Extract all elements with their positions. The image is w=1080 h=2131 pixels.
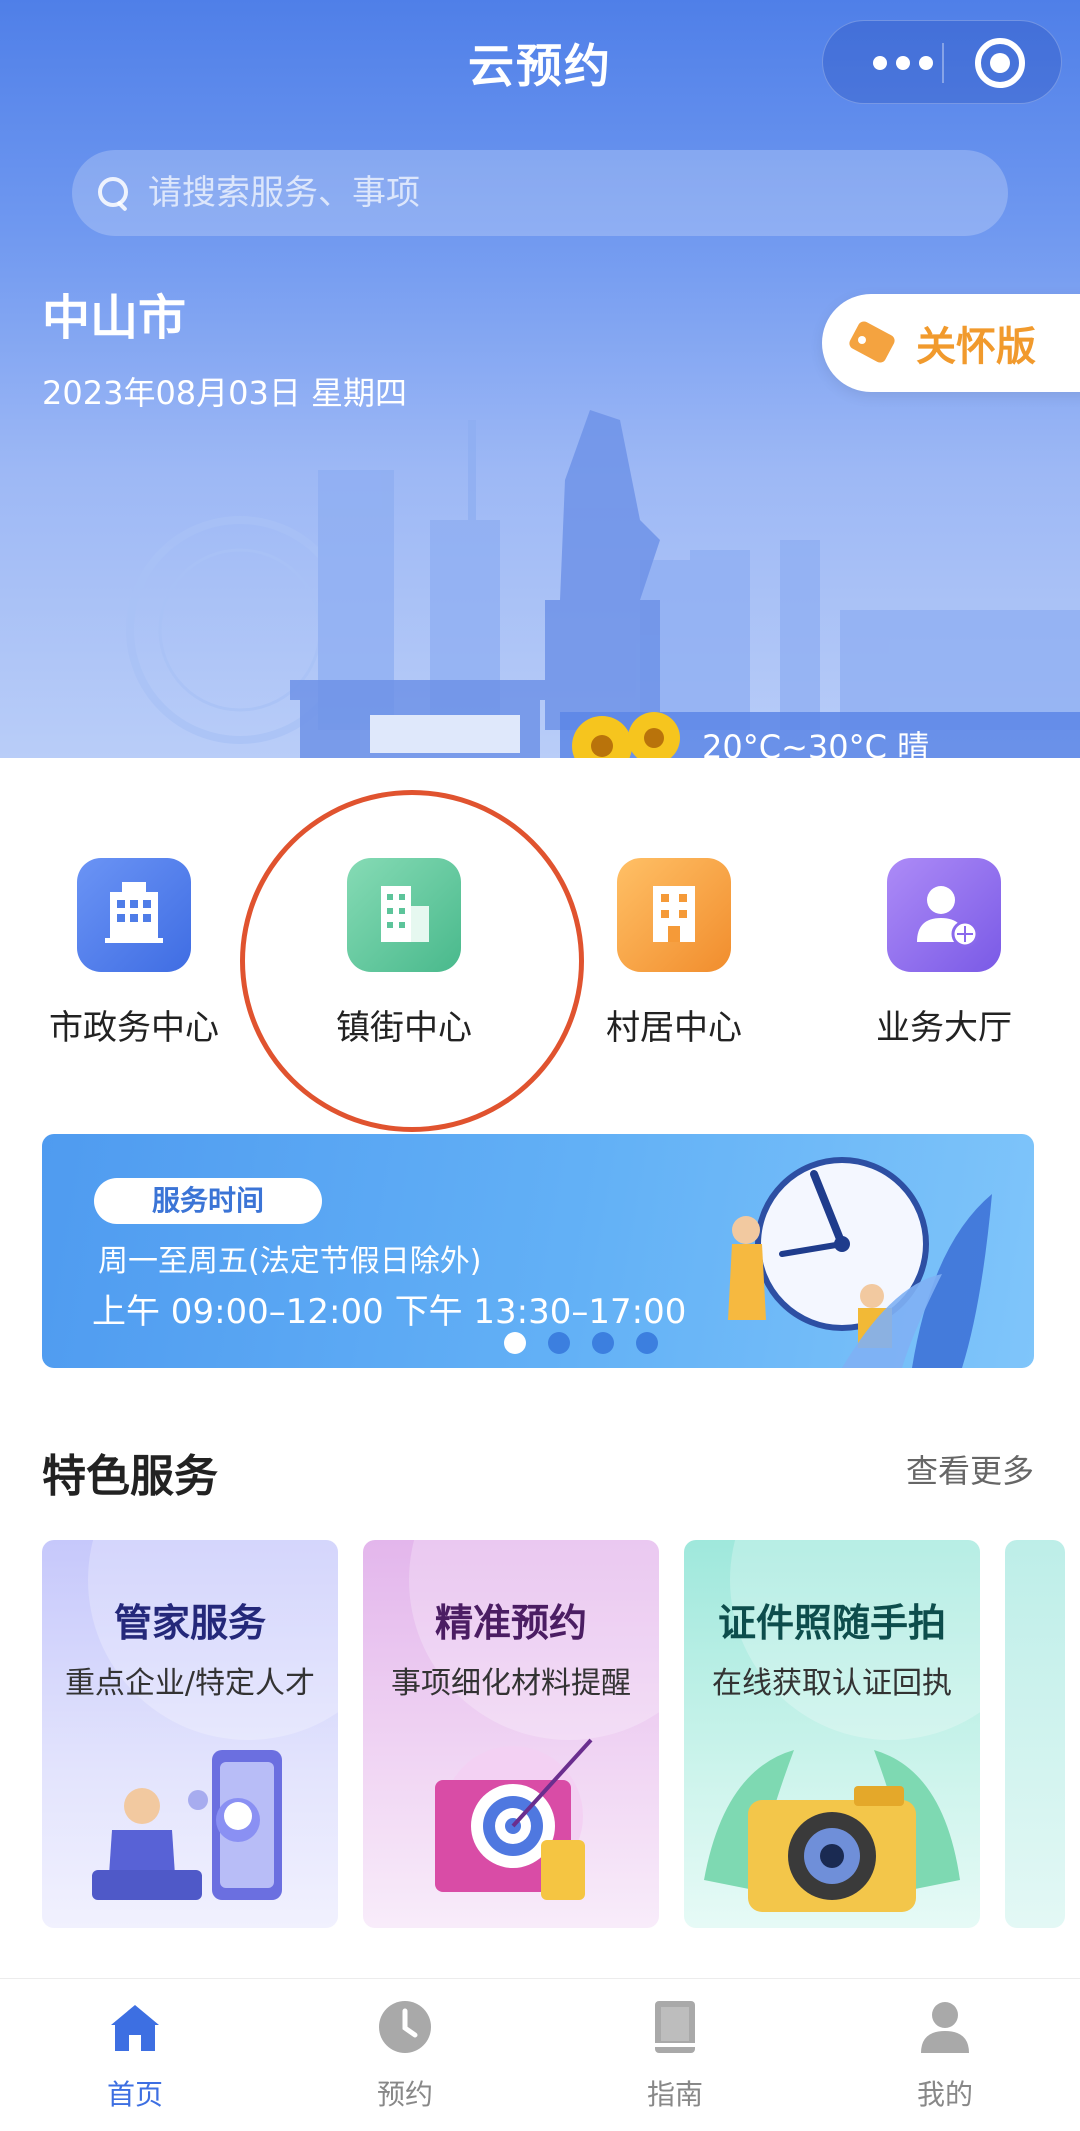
office-building-icon: [77, 858, 191, 972]
card-subtitle: 事项细化材料提醒: [391, 1666, 631, 1701]
care-mode-label: 关怀版: [916, 324, 1036, 370]
weather-text: 20°C~30°C 晴: [702, 728, 930, 758]
target-dart-illustration: [435, 1738, 593, 1900]
entry-city-government-center[interactable]: 市政务中心: [9, 858, 259, 1049]
card-subtitle: 在线获取认证回执: [712, 1666, 952, 1701]
city-name: 中山市: [42, 290, 187, 346]
robot-assistant-illustration: [92, 1750, 282, 1900]
carousel-dot[interactable]: [548, 1332, 570, 1354]
banner-days: 周一至周五(法定节假日除外): [98, 1244, 482, 1279]
city-skyline-illustration: [126, 410, 1080, 758]
carousel-dot[interactable]: [636, 1332, 658, 1354]
tab-booking[interactable]: 预约: [270, 1997, 540, 2113]
carousel-indicator[interactable]: [504, 1332, 658, 1354]
card-steward-service[interactable]: 管家服务 重点企业/特定人才: [42, 1540, 338, 1928]
care-mode-button[interactable]: 关怀版: [822, 294, 1080, 392]
tab-guide[interactable]: 指南: [540, 1997, 810, 2113]
carousel-dot-active[interactable]: [504, 1332, 526, 1354]
tab-label: 预约: [376, 2078, 433, 2111]
card-title: 证件照随手拍: [717, 1601, 946, 1645]
book-icon: [645, 1997, 705, 2057]
carousel-dot[interactable]: [592, 1332, 614, 1354]
entry-label: 市政务中心: [49, 1008, 219, 1048]
service-hours-banner[interactable]: 服务时间 周一至周五(法定节假日除外) 上午 09:00–12:00 下午 13…: [42, 1134, 1034, 1368]
section-title: 特色服务: [42, 1451, 218, 1502]
user-globe-icon: [887, 858, 1001, 972]
camera-illustration: [704, 1750, 960, 1912]
capsule-divider: [942, 43, 944, 83]
clock-icon: [375, 1997, 435, 2057]
entry-business-hall[interactable]: 业务大厅: [819, 858, 1069, 1049]
tab-home[interactable]: 首页: [0, 1997, 270, 2113]
tab-label: 首页: [106, 2078, 163, 2111]
entry-village-center[interactable]: 村居中心: [549, 858, 799, 1049]
highlight-circle: [240, 790, 584, 1132]
more-dots-icon[interactable]: [853, 43, 953, 83]
bottom-tab-bar: 首页 预约 指南 我的: [0, 1978, 1080, 2131]
entry-label: 业务大厅: [876, 1008, 1012, 1048]
banner-hours: 上午 09:00–12:00 下午 13:30–17:00: [92, 1292, 687, 1332]
tab-label: 我的: [916, 2078, 973, 2111]
tab-mine[interactable]: 我的: [810, 1997, 1080, 2113]
card-subtitle: 重点企业/特定人才: [64, 1666, 316, 1701]
search-icon: [96, 175, 132, 211]
entry-label: 村居中心: [606, 1008, 742, 1048]
view-more-link[interactable]: 查看更多: [906, 1446, 1034, 1492]
card-partial-next[interactable]: [1005, 1540, 1065, 1928]
user-icon: [915, 1997, 975, 2057]
house-icon: [617, 858, 731, 972]
card-title: 管家服务: [113, 1601, 266, 1645]
search-bar[interactable]: [72, 150, 1008, 236]
tag-icon: [848, 323, 898, 363]
target-icon[interactable]: [975, 38, 1025, 88]
banner-tag: 服务时间: [94, 1178, 322, 1224]
tab-label: 指南: [646, 2078, 703, 2111]
card-id-photo[interactable]: 证件照随手拍 在线获取认证回执: [684, 1540, 980, 1928]
search-input[interactable]: [148, 173, 948, 213]
card-precise-booking[interactable]: 精准预约 事项细化材料提醒: [363, 1540, 659, 1928]
mini-program-capsule: [822, 20, 1062, 104]
hero-banner: 云预约 中山市 2023年08月03日 星期四 关怀版: [0, 0, 1080, 758]
special-services-cards: 管家服务 重点企业/特定人才 精准预约 事项细化材料提醒 证件照随手拍 在线获取…: [42, 1540, 1080, 1930]
sunflower-icon: [572, 712, 680, 758]
home-icon: [105, 1997, 165, 2057]
clock-illustration: [728, 1157, 992, 1368]
card-title: 精准预约: [434, 1601, 587, 1645]
